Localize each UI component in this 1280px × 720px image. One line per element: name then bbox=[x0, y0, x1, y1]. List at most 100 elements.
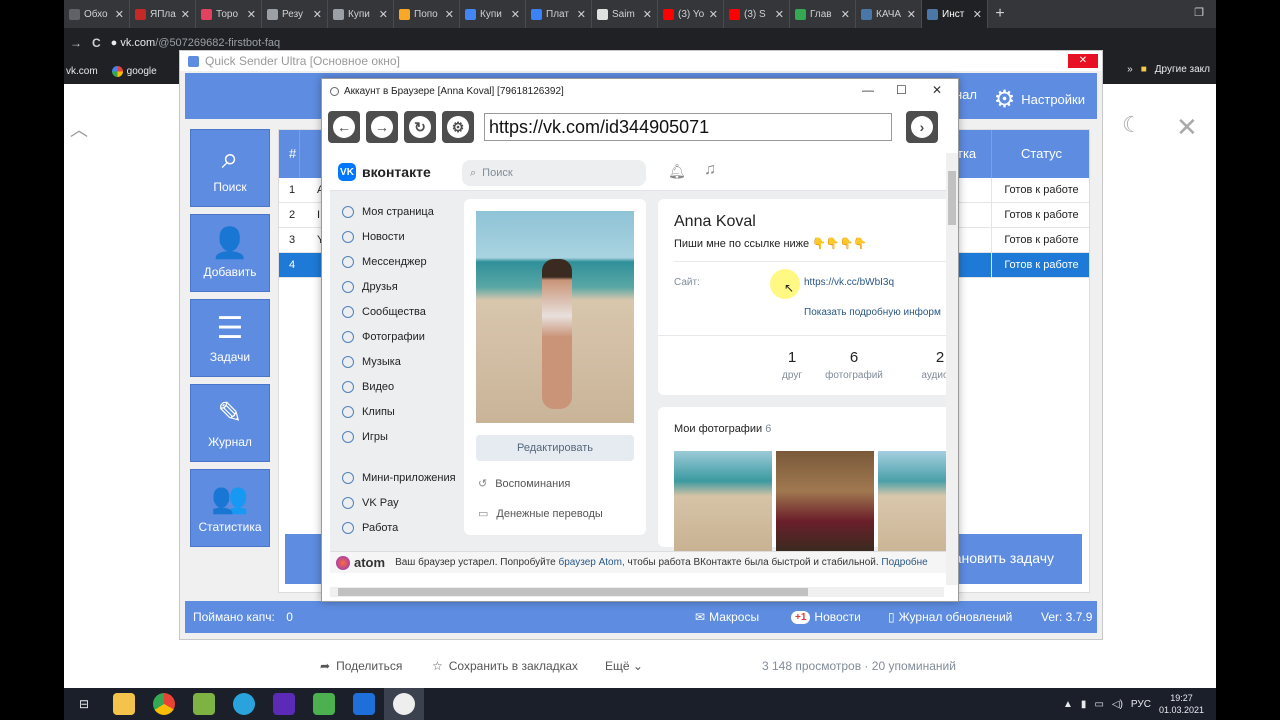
browser-tab[interactable]: КАЧА ✕ bbox=[856, 0, 922, 28]
edit-profile-button[interactable]: Редактировать bbox=[476, 435, 634, 461]
reload-icon[interactable]: C bbox=[92, 36, 101, 50]
url-input[interactable]: https://vk.com/id344905071 bbox=[484, 113, 892, 141]
photo-thumb[interactable] bbox=[776, 451, 874, 551]
bookmark-button[interactable]: ☆ Сохранить в закладках bbox=[432, 659, 578, 673]
more-button[interactable]: Ещё ⌄ bbox=[605, 659, 643, 673]
vk-menu-item[interactable]: Клипы bbox=[330, 399, 460, 424]
window-restore-icon[interactable]: ❐ bbox=[1194, 6, 1204, 19]
browser-tab[interactable]: (3) Yo ✕ bbox=[658, 0, 724, 28]
app-icon[interactable] bbox=[184, 688, 224, 720]
tab-close-icon[interactable]: ✕ bbox=[115, 8, 124, 21]
vk-logo[interactable]: VK вконтакте bbox=[338, 163, 431, 181]
url-field[interactable]: ● vk.com/@507269682-firstbot-faq bbox=[111, 37, 280, 49]
browser-tab[interactable]: Инст ✕ bbox=[922, 0, 988, 28]
updates-log-button[interactable]: ▯ Журнал обновлений bbox=[888, 610, 1012, 624]
profile-counter[interactable]: 2 аудиоза bbox=[900, 349, 950, 381]
vk-menu-item[interactable]: Музыка bbox=[330, 349, 460, 374]
atom-more-link[interactable]: Подробне bbox=[881, 557, 927, 568]
photo-thumb[interactable] bbox=[878, 451, 950, 551]
news-button[interactable]: +1 Новости bbox=[791, 610, 861, 624]
task-view-icon[interactable]: ⊟ bbox=[64, 688, 104, 720]
chevron-up-icon[interactable]: ︿ bbox=[70, 116, 88, 142]
photos-title[interactable]: Мои фотографии 6 bbox=[674, 423, 771, 435]
telegram-icon[interactable] bbox=[224, 688, 264, 720]
tab-close-icon[interactable]: ✕ bbox=[181, 8, 190, 21]
tab-close-icon[interactable]: ✕ bbox=[643, 8, 652, 21]
tab-close-icon[interactable]: ✕ bbox=[973, 8, 982, 21]
bookmarks-more[interactable]: » bbox=[1127, 64, 1133, 75]
vk-menu-item[interactable]: Сообщества bbox=[330, 299, 460, 324]
profile-counter[interactable]: 6 фотографий bbox=[814, 349, 894, 381]
vk-search-input[interactable]: ⌕ Поиск bbox=[462, 160, 646, 186]
browser-tab[interactable]: Глав ✕ bbox=[790, 0, 856, 28]
volume-icon[interactable]: ◁) bbox=[1112, 699, 1123, 710]
tab-close-icon[interactable]: ✕ bbox=[775, 8, 784, 21]
tab-close-icon[interactable]: ✕ bbox=[379, 8, 388, 21]
new-tab-button[interactable]: + bbox=[988, 0, 1012, 28]
tab-close-icon[interactable]: ✕ bbox=[511, 8, 520, 21]
browser-tab[interactable]: Обхо ✕ bbox=[64, 0, 130, 28]
browser-tab[interactable]: Купи ✕ bbox=[460, 0, 526, 28]
vk-menu-item[interactable]: VK Pay bbox=[330, 490, 460, 515]
site-link[interactable]: https://vk.cc/bWbI3q bbox=[804, 277, 894, 288]
explorer-icon[interactable] bbox=[104, 688, 144, 720]
vk-menu-item[interactable]: Друзья bbox=[330, 274, 460, 299]
atom-logo[interactable]: atom bbox=[336, 555, 385, 570]
tab-close-icon[interactable]: ✕ bbox=[445, 8, 454, 21]
memories-link[interactable]: ↺ Воспоминания bbox=[478, 477, 570, 491]
bookmark-vk[interactable]: vk.com bbox=[66, 66, 98, 77]
minimize-icon[interactable]: — bbox=[862, 83, 874, 97]
atom-link[interactable]: браузер Atom, bbox=[559, 557, 625, 568]
browser-tab[interactable]: Saim ✕ bbox=[592, 0, 658, 28]
vk-menu-item[interactable]: Мессенджер bbox=[330, 249, 460, 274]
maximize-icon[interactable]: ☐ bbox=[896, 83, 907, 97]
photo-thumb[interactable] bbox=[674, 451, 772, 551]
tab-close-icon[interactable]: ✕ bbox=[313, 8, 322, 21]
other-bookmarks[interactable]: Другие закл bbox=[1155, 64, 1210, 75]
vk-menu-item[interactable]: Видео bbox=[330, 374, 460, 399]
browser-tab[interactable]: Попо ✕ bbox=[394, 0, 460, 28]
tab-close-icon[interactable]: ✕ bbox=[841, 8, 850, 21]
browser-tab[interactable]: Купи ✕ bbox=[328, 0, 394, 28]
show-more-info-link[interactable]: Показать подробную информ bbox=[804, 307, 941, 318]
forward-button[interactable]: → bbox=[366, 111, 398, 143]
browser-tab[interactable]: ЯПла ✕ bbox=[130, 0, 196, 28]
qs-sidebar-button[interactable]: 👤 Добавить bbox=[190, 214, 270, 292]
qs-settings-button[interactable]: ⚙ Настройки bbox=[994, 85, 1085, 114]
settings-button[interactable]: ⚙ bbox=[442, 111, 474, 143]
browser-tab[interactable]: Плат ✕ bbox=[526, 0, 592, 28]
tab-close-icon[interactable]: ✕ bbox=[907, 8, 916, 21]
music-note-icon[interactable]: ♫ bbox=[704, 161, 716, 179]
vk-menu-item[interactable]: Новости bbox=[330, 224, 460, 249]
bell-icon[interactable]: 🔔︎ bbox=[668, 163, 686, 180]
vk-menu-item[interactable]: Фотографии bbox=[330, 324, 460, 349]
browser-tab[interactable]: Резу ✕ bbox=[262, 0, 328, 28]
tray-arrow-icon[interactable]: ▲ bbox=[1063, 699, 1073, 710]
bookmark-google[interactable]: google bbox=[111, 65, 157, 77]
moon-icon[interactable]: ☾ bbox=[1122, 112, 1142, 138]
network-icon[interactable]: ▭ bbox=[1094, 699, 1103, 710]
share-button[interactable]: ➦ Поделиться bbox=[320, 659, 402, 673]
vk-menu-item[interactable]: Работа bbox=[330, 515, 460, 540]
window-close-icon[interactable]: ✕ bbox=[932, 83, 942, 97]
qsender-icon[interactable] bbox=[344, 688, 384, 720]
vk-menu-item[interactable]: Моя страница bbox=[330, 199, 460, 224]
profile-photo[interactable] bbox=[476, 211, 634, 423]
browser-tab[interactable]: Торо ✕ bbox=[196, 0, 262, 28]
vk-menu-item[interactable]: Мини-приложения bbox=[330, 465, 460, 490]
money-transfers-link[interactable]: ▭ Денежные переводы bbox=[478, 507, 603, 521]
app-green-icon[interactable] bbox=[304, 688, 344, 720]
chrome-icon[interactable] bbox=[144, 688, 184, 720]
tab-close-icon[interactable]: ✕ bbox=[247, 8, 256, 21]
vertical-scrollbar[interactable] bbox=[946, 153, 958, 585]
penguin-icon[interactable] bbox=[384, 688, 424, 720]
vk-menu-item[interactable]: Игры bbox=[330, 424, 460, 449]
discord-icon[interactable] bbox=[264, 688, 304, 720]
back-button[interactable]: ← bbox=[328, 111, 360, 143]
browser-tab[interactable]: (3) S ✕ bbox=[724, 0, 790, 28]
col-status-header[interactable]: Статус bbox=[991, 130, 1091, 178]
clock[interactable]: 19:27 01.03.2021 bbox=[1159, 692, 1204, 716]
horizontal-scrollbar[interactable] bbox=[330, 587, 944, 597]
refresh-button[interactable]: ↻ bbox=[404, 111, 436, 143]
close-icon[interactable]: ✕ bbox=[1176, 112, 1198, 143]
